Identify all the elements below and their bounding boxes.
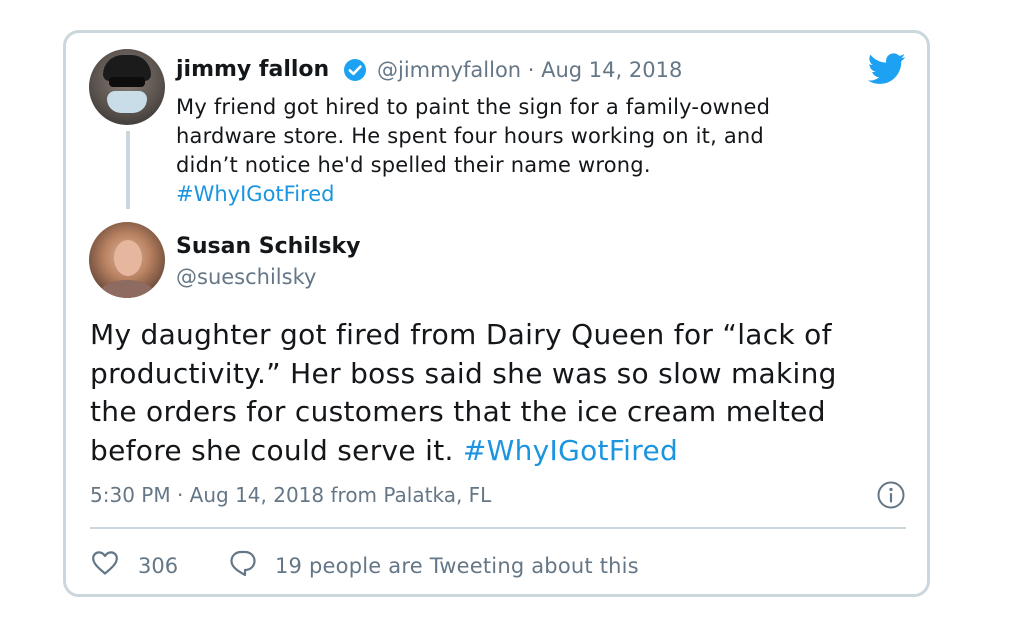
reply-tweet-line: before she could serve it. (90, 433, 454, 467)
susan-schilsky-avatar[interactable] (89, 222, 165, 298)
parent-author-name[interactable]: jimmy fallon (176, 56, 329, 84)
like-count[interactable]: 306 (138, 552, 178, 580)
speech-bubble-icon[interactable] (229, 549, 257, 577)
jimmy-fallon-avatar[interactable] (89, 49, 165, 125)
parent-tweet-line: My friend got hired to paint the sign fo… (176, 95, 771, 119)
parent-handle-and-date[interactable]: @jimmyfallon · Aug 14, 2018 (377, 56, 682, 84)
avatar-face (114, 240, 142, 276)
reply-author-handle[interactable]: @sueschilsky (176, 263, 316, 291)
reply-tweet-line-last: before she could serve it. #WhyIGotFired (90, 432, 837, 471)
reply-author-name[interactable]: Susan Schilsky (176, 233, 360, 261)
reply-hashtag-link[interactable]: #WhyIGotFired (463, 434, 678, 467)
verified-badge-icon (344, 59, 366, 81)
avatar-sunglasses (109, 77, 145, 87)
parent-tweet-line: didn’t notice he'd spelled their name wr… (176, 153, 651, 177)
tweeting-about-link[interactable]: 19 people are Tweeting about this (275, 552, 639, 580)
reply-tweet-line: productivity.” Her boss said she was so … (90, 356, 837, 390)
reply-tweet-line: the orders for customers that the ice cr… (90, 395, 826, 428)
parent-hashtag-link[interactable]: #WhyIGotFired (176, 180, 334, 209)
engagement-divider (90, 527, 906, 529)
heart-icon[interactable] (91, 550, 119, 576)
avatar-shirt (99, 280, 155, 298)
reply-tweet-line: My daughter got fired from Dairy Queen f… (90, 318, 832, 351)
parent-tweet-line: hardware store. He spent four hours work… (176, 124, 764, 148)
twitter-bird-icon[interactable] (868, 53, 906, 85)
parent-tweet-text: My friend got hired to paint the sign fo… (176, 93, 896, 180)
info-icon[interactable] (876, 480, 906, 510)
tweet-timestamp[interactable]: 5:30 PM · Aug 14, 2018 from Palatka, FL (90, 481, 491, 509)
avatar-face-mask (107, 91, 147, 113)
thread-connector-line (126, 131, 130, 209)
reply-tweet-text: My daughter got fired from Dairy Queen f… (90, 316, 837, 470)
